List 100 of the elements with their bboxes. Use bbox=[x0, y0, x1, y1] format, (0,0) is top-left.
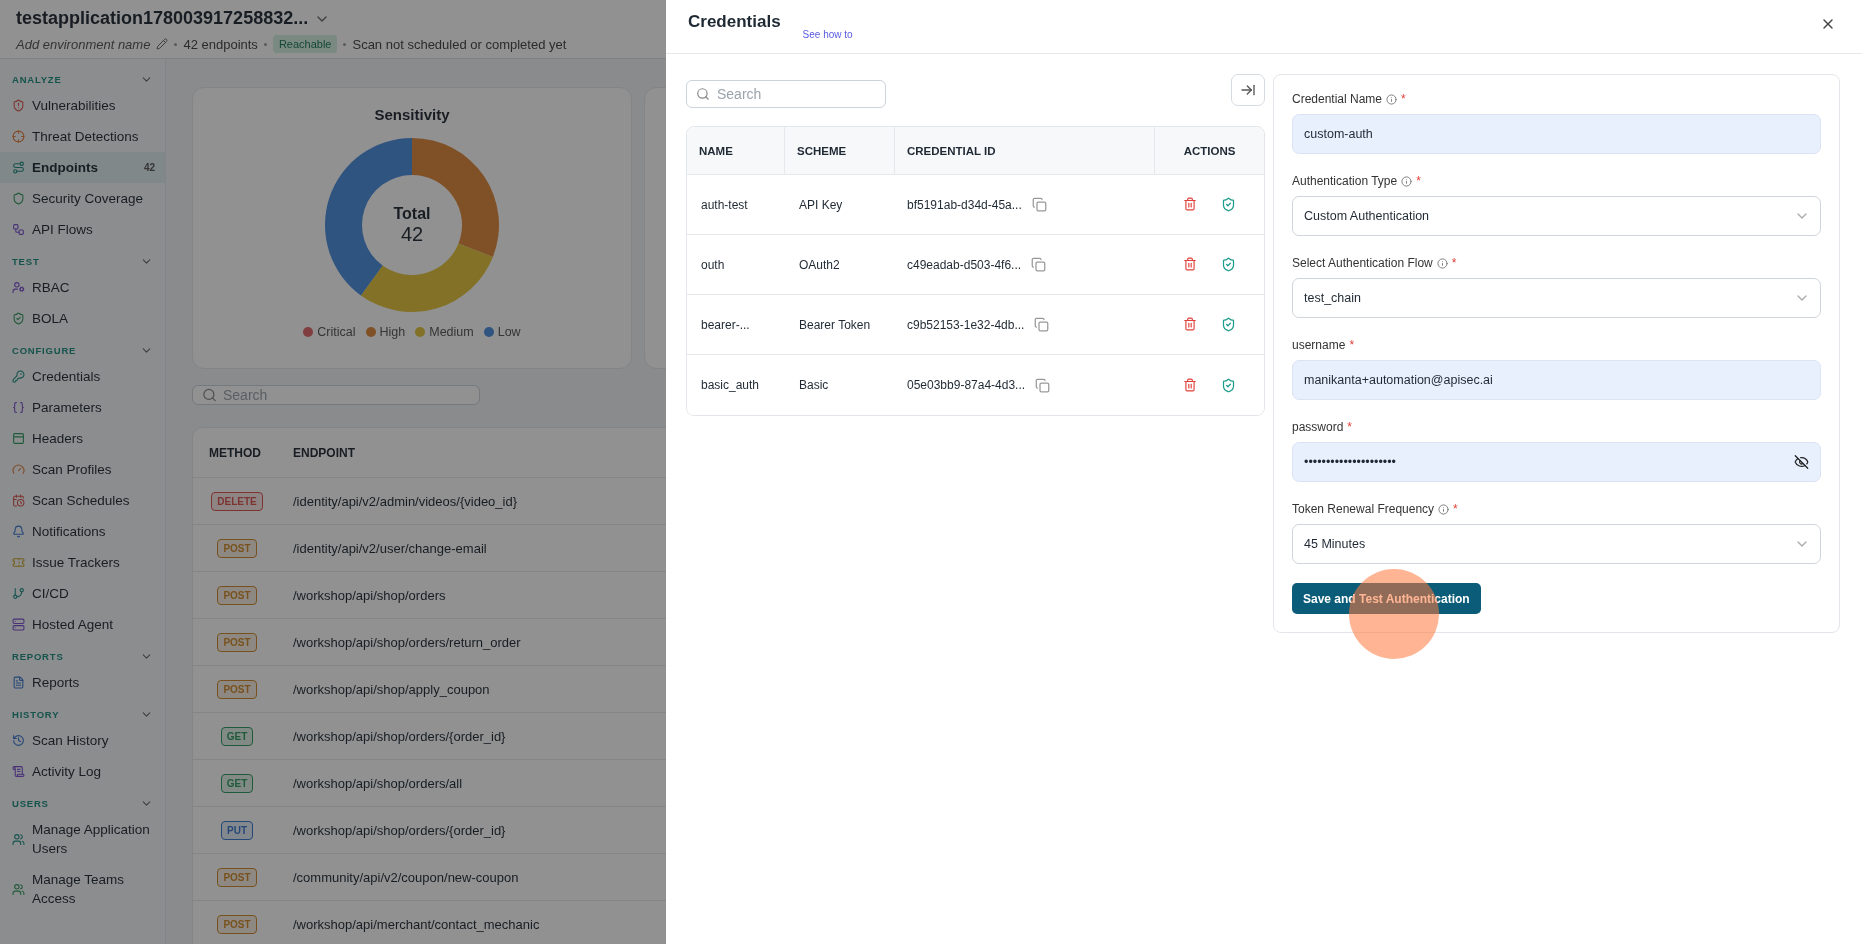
delete-button[interactable] bbox=[1183, 377, 1197, 393]
required-mark: * bbox=[1347, 420, 1353, 434]
column-header: METHOD bbox=[208, 445, 262, 460]
bell-icon bbox=[12, 525, 25, 538]
sidebar-item[interactable]: RBAC bbox=[0, 272, 165, 303]
test-button[interactable] bbox=[1221, 317, 1236, 332]
eye-off-icon[interactable] bbox=[1794, 454, 1809, 470]
required-mark: * bbox=[1453, 502, 1458, 516]
delete-button[interactable] bbox=[1183, 257, 1197, 272]
sidebar-item[interactable]: Activity Log bbox=[0, 756, 165, 787]
test-button[interactable] bbox=[1221, 197, 1236, 212]
pencil-icon[interactable] bbox=[156, 38, 169, 50]
sidebar-item[interactable]: Manage Application Users bbox=[0, 814, 165, 864]
copy-icon[interactable] bbox=[1031, 197, 1047, 212]
copy-icon[interactable] bbox=[1031, 257, 1047, 272]
sidebar-item[interactable]: CI/CD bbox=[0, 578, 165, 609]
sidebar-item[interactable]: Scan History bbox=[0, 725, 165, 756]
sidebar-item[interactable]: Scan Profiles bbox=[0, 454, 165, 485]
sidebar-item[interactable]: Security Coverage bbox=[0, 183, 165, 214]
legend-dot bbox=[415, 327, 426, 337]
sidebar-item[interactable]: Endpoints 42 bbox=[0, 152, 165, 183]
legend-dot bbox=[303, 327, 314, 337]
name-cell-text: auth-test bbox=[700, 197, 749, 212]
test-button[interactable] bbox=[1221, 377, 1236, 393]
scheme-cell-text: OAuth2 bbox=[798, 257, 841, 272]
search-icon bbox=[696, 87, 710, 101]
delete-button[interactable] bbox=[1183, 197, 1197, 212]
scroll-icon bbox=[12, 765, 25, 778]
required-mark: * bbox=[1349, 338, 1355, 352]
item-count: 42 bbox=[143, 162, 155, 173]
app-title: testapplication178003917258832... bbox=[16, 8, 309, 29]
scheme-cell-text: Bearer Token bbox=[798, 317, 872, 332]
search-field[interactable]: Search bbox=[686, 80, 886, 108]
select-field[interactable]: 45 Minutes bbox=[1292, 524, 1821, 564]
user-gear-icon bbox=[12, 281, 25, 294]
copy-icon[interactable] bbox=[1034, 317, 1050, 332]
sidebar-item[interactable]: Issue Trackers bbox=[0, 547, 165, 578]
select-field[interactable]: Custom Authentication bbox=[1292, 196, 1821, 236]
legend-label: Medium bbox=[429, 325, 474, 339]
info-icon[interactable] bbox=[1438, 503, 1450, 515]
password-field[interactable]: ••••••••••••••••••••• bbox=[1292, 442, 1821, 482]
column-header: NAME bbox=[687, 127, 785, 174]
required-mark: * bbox=[1451, 256, 1457, 270]
status-badge: Reachable bbox=[272, 35, 338, 53]
search-icon bbox=[202, 387, 217, 403]
test-button[interactable] bbox=[1221, 257, 1236, 272]
history-icon bbox=[12, 734, 25, 747]
section-label: USERS bbox=[12, 798, 49, 809]
input-field[interactable]: custom-auth bbox=[1292, 114, 1821, 154]
sidebar-item[interactable]: Threat Detections bbox=[0, 121, 165, 152]
sidebar-item[interactable]: Parameters bbox=[0, 392, 165, 423]
legend-label: High bbox=[379, 325, 406, 339]
column-header: ENDPOINT bbox=[292, 445, 356, 460]
copy-icon[interactable] bbox=[1035, 377, 1051, 393]
sidebar-item[interactable]: Manage Teams Access bbox=[0, 864, 165, 914]
arrow-to-line-icon[interactable] bbox=[1240, 82, 1256, 98]
sidebar-item[interactable]: Hosted Agent bbox=[0, 609, 165, 640]
scheme-cell-text: API Key bbox=[798, 197, 844, 212]
sidebar-item[interactable]: Scan Schedules bbox=[0, 485, 165, 516]
legend-dot bbox=[365, 327, 376, 337]
workflow-icon bbox=[12, 223, 25, 236]
server-icon bbox=[12, 618, 25, 631]
info-icon[interactable] bbox=[1436, 257, 1448, 269]
users-icon bbox=[12, 882, 25, 896]
column-header: ACTIONS bbox=[1182, 143, 1237, 159]
required-mark: * bbox=[1401, 92, 1406, 106]
card-title: Sensitivity bbox=[374, 106, 450, 123]
field-label: Select Authentication Flow bbox=[1292, 256, 1433, 270]
sidebar-item[interactable]: Headers bbox=[0, 423, 165, 454]
branch-icon bbox=[12, 587, 25, 600]
collapse-button[interactable] bbox=[1231, 74, 1265, 106]
input-field[interactable]: manikanta+automation@apisec.ai bbox=[1292, 360, 1821, 400]
route-icon bbox=[12, 161, 25, 174]
sidebar-item[interactable]: Notifications bbox=[0, 516, 165, 547]
field-label: username bbox=[1292, 338, 1346, 352]
section-label: CONFIGURE bbox=[12, 345, 77, 356]
braces-icon bbox=[12, 401, 25, 414]
info-icon[interactable] bbox=[1386, 93, 1398, 105]
delete-button[interactable] bbox=[1183, 317, 1197, 332]
sidebar-item[interactable]: Reports bbox=[0, 667, 165, 698]
name-cell-text: outh bbox=[700, 257, 726, 272]
crosshair-icon bbox=[12, 130, 25, 143]
scan-status: Scan not scheduled or completed yet bbox=[352, 36, 567, 52]
sidebar-item[interactable]: Vulnerabilities bbox=[0, 90, 165, 121]
field-label: Credential Name bbox=[1292, 92, 1383, 106]
environment-name-placeholder[interactable]: Add environment name bbox=[16, 36, 151, 52]
panel-icon bbox=[12, 432, 25, 445]
legend-label: Low bbox=[497, 325, 521, 339]
sidebar-item[interactable]: Credentials bbox=[0, 361, 165, 392]
section-label: REPORTS bbox=[12, 651, 64, 662]
users-icon bbox=[12, 832, 25, 846]
help-link[interactable]: See how to bbox=[802, 29, 853, 40]
field-label: Token Renewal Frequency bbox=[1292, 502, 1435, 516]
select-field[interactable]: test_chain bbox=[1292, 278, 1821, 318]
total-label: Total bbox=[393, 204, 431, 223]
sidebar-item[interactable]: BOLA bbox=[0, 303, 165, 334]
legend-label: Critical bbox=[317, 325, 356, 339]
sidebar-item[interactable]: API Flows bbox=[0, 214, 165, 245]
credential-id-cell: bf5191ab-d34d-45a... bbox=[907, 197, 1022, 212]
info-icon[interactable] bbox=[1401, 175, 1413, 187]
